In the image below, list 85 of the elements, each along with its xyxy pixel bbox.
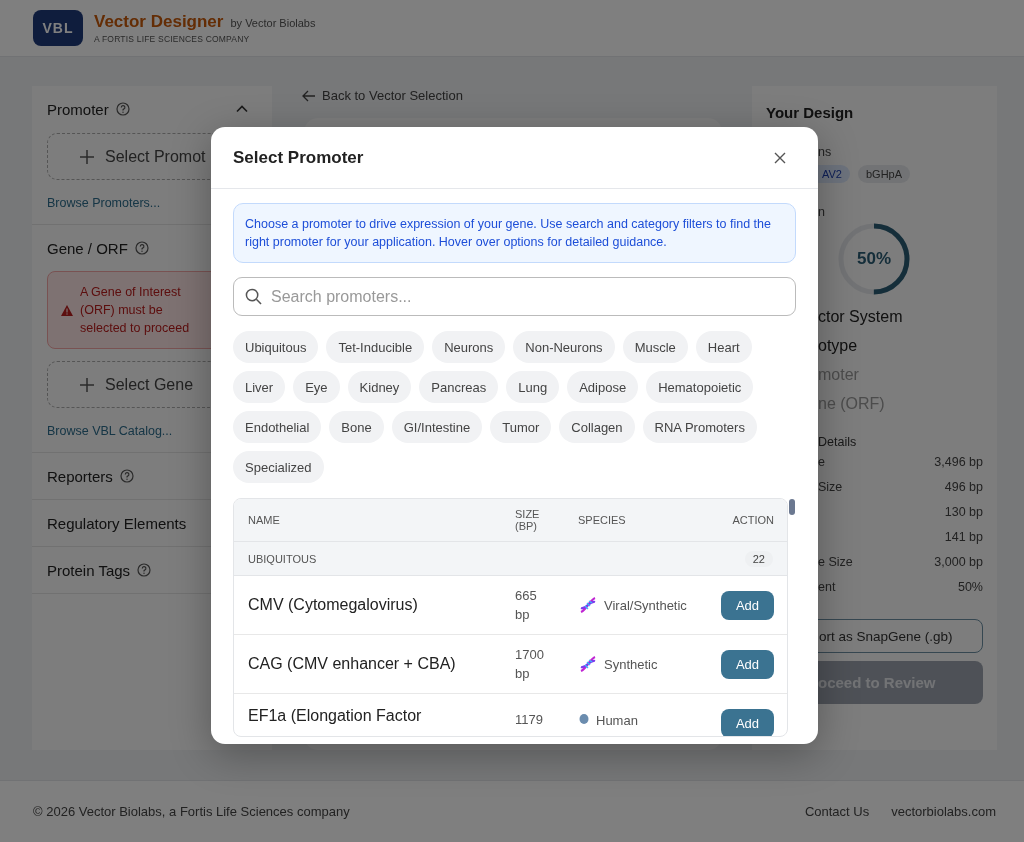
filter-chip[interactable]: Pancreas — [419, 371, 499, 403]
size-cell-text: 665 bp — [515, 587, 538, 624]
species-text: Human — [596, 713, 638, 728]
info-box: Choose a promoter to drive expression of your gene. Use search and category filters to find the right promoter for your application. Hover over options for detailed guidance. — [233, 203, 796, 263]
filter-chip[interactable]: Bone — [329, 411, 384, 443]
group-label: UBIQUITOUS — [248, 552, 317, 565]
filter-chip[interactable]: Endothelial — [233, 411, 322, 443]
detail-label: Size — [818, 479, 843, 494]
search-icon — [245, 288, 262, 305]
filter-chip[interactable]: Non-Neurons — [513, 331, 615, 363]
copyright-text: © 2026 Vector Biolabs, a Fortis Life Sciences company — [33, 804, 350, 819]
add-button[interactable]: Add — [721, 649, 774, 679]
detail-value: 3,000 bp — [934, 554, 983, 569]
count-badge: 22 — [744, 550, 773, 567]
detail-value: 3,496 bp — [934, 454, 983, 469]
detail-value: 130 bp — [944, 504, 983, 519]
column-header: SPECIES — [578, 514, 627, 526]
detail-value: 496 bp — [944, 479, 983, 494]
detail-label: ent — [818, 579, 836, 594]
alert-text: A Gene of Interest (ORF) must be selected to proceed — [80, 284, 191, 337]
footer-link[interactable]: vectorbiolabs.com — [891, 804, 996, 819]
byline: by Vector Biolabs — [230, 17, 316, 29]
filter-chip[interactable]: Hematopoietic — [646, 371, 754, 403]
filter-chip[interactable]: Eye — [293, 371, 340, 403]
search-field[interactable]: Search promoters... — [233, 277, 796, 316]
filter-chip[interactable]: RNA Promoters — [642, 411, 757, 443]
plus-icon — [80, 149, 94, 164]
filter-chip[interactable]: Adipose — [567, 371, 639, 403]
footer-link[interactable]: Contact Us — [804, 804, 870, 819]
column-header: ACTION — [731, 514, 774, 526]
checklist-item: otype — [818, 337, 858, 355]
filter-chip[interactable]: Tet-Inducible — [326, 331, 425, 363]
filter-chip[interactable]: Heart — [695, 331, 752, 363]
section-label: ns — [818, 145, 832, 159]
filter-chip[interactable]: Muscle — [622, 331, 688, 363]
promoter-name: CMV (Cytomegalovirus) — [248, 596, 419, 614]
close-icon[interactable] — [774, 151, 786, 164]
section-title[interactable]: Reporters — [47, 467, 113, 485]
detail-value: 141 bp — [944, 529, 983, 544]
section-title[interactable]: Regulatory Elements — [47, 514, 187, 532]
logo-badge: VBL — [33, 10, 83, 46]
component-tag: bGHpA — [858, 165, 911, 183]
help-icon[interactable] — [115, 102, 130, 116]
panel-title: Your Design — [766, 104, 855, 121]
section-label: n — [818, 205, 825, 219]
dna-icon — [578, 654, 598, 674]
tagline: A FORTIS LIFE SCIENCES COMPANY — [94, 34, 251, 44]
filter-chip[interactable]: Ubiquitous — [233, 331, 319, 363]
filter-chip[interactable]: Tumor — [490, 411, 552, 443]
filter-chip[interactable]: Specialized — [233, 451, 324, 483]
detail-label: e Size — [818, 554, 853, 569]
filter-chip[interactable]: Kidney — [347, 371, 412, 403]
checklist-item: ctor System — [818, 308, 903, 326]
arrow-left-icon — [302, 89, 316, 102]
column-header: SIZE (BP) — [515, 508, 541, 532]
scrollbar-thumb[interactable] — [789, 499, 795, 515]
section-title[interactable]: Gene / ORF — [47, 239, 128, 257]
help-icon[interactable] — [134, 241, 149, 255]
species-text: Synthetic — [604, 656, 658, 672]
filter-chip[interactable]: Liver — [233, 371, 286, 403]
filter-chip[interactable]: GI/Intestine — [391, 411, 483, 443]
size-cell-text: 1179 — [515, 711, 544, 729]
help-icon[interactable] — [137, 563, 152, 577]
promoter-name: CAG (CMV enhancer + CBA) — [248, 655, 457, 673]
back-link[interactable]: Back to Vector Selection — [302, 88, 722, 103]
filter-chip[interactable]: Neurons — [432, 331, 506, 363]
add-button[interactable]: Add — [721, 590, 774, 620]
app-title: Vector Designer — [94, 12, 224, 32]
section-title[interactable]: Protein Tags — [47, 561, 131, 579]
detail-value: 50% — [957, 579, 983, 594]
filter-chip[interactable]: Collagen — [559, 411, 635, 443]
promoter-name: EF1a (Elongation Factor — [248, 707, 423, 725]
section-label: Details — [818, 435, 857, 449]
detail-label: e — [818, 454, 825, 469]
warning-icon — [61, 304, 73, 316]
species-text: Viral/Synthetic — [604, 597, 687, 613]
progress-reading: 50% — [856, 248, 892, 270]
filter-chip[interactable]: Lung — [506, 371, 560, 403]
add-button[interactable]: Add — [721, 709, 774, 736]
column-header: NAME — [248, 514, 281, 526]
help-icon[interactable] — [119, 469, 134, 483]
section-title[interactable]: Promoter — [47, 100, 109, 118]
plus-icon — [80, 377, 94, 392]
dna-icon — [578, 595, 598, 615]
size-cell-text: 1700 bp — [515, 646, 545, 683]
